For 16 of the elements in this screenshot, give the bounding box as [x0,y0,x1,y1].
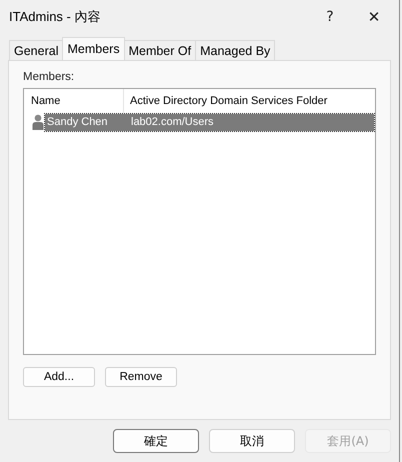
window-title: ITAdmins - 內容 [9,8,102,26]
tab[interactable]: General [9,40,64,60]
dialog-button[interactable]: 確定 [113,429,199,453]
member-name: Sandy Chen [46,116,109,128]
help-button[interactable]: ? [308,0,352,33]
members-label: Members: [23,71,76,84]
close-button[interactable]: ✕ [352,0,396,33]
tab[interactable]: Managed By [195,40,276,60]
list-button[interactable]: Remove [105,367,177,387]
user-icon [32,114,44,130]
member-folder: lab02.com/Users [131,116,214,128]
list-button[interactable]: Add... [23,367,95,387]
column-header[interactable]: Active Directory Domain Services Folder [124,89,328,113]
tab[interactable]: Members [62,37,125,60]
dialog-button[interactable]: 取消 [209,429,295,453]
list-row[interactable]: Sandy Chen lab02.com/Users [45,114,374,130]
